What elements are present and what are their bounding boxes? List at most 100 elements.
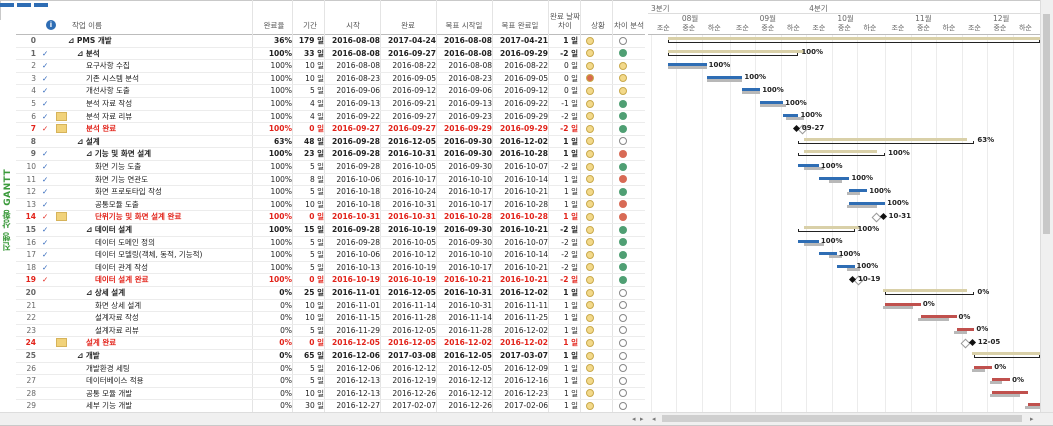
table-row[interactable]: 0 ⊿ PMS 개발 36% 179 일 2016-08-08 2017-04-24 201… — [16, 35, 645, 48]
table-row[interactable]: 12 ✓ 화면 프로토타입 작성 100% 5 일 2016-10-18 2016-10-2… — [16, 186, 645, 199]
summary-bar[interactable] — [798, 153, 886, 157]
col-header-baseline-start[interactable]: 목표 시작일 — [436, 4, 492, 34]
percent-complete: 100% — [268, 48, 292, 58]
table-row[interactable]: 22 설계자료 작성 0% 10 일 2016-11-15 2016-11-28 2016-… — [16, 312, 645, 325]
vertical-scrollbar[interactable] — [1040, 0, 1053, 412]
gantt-scroll-left-icon[interactable]: ◂ — [652, 413, 656, 425]
table-row[interactable]: 28 공통 모듈 개발 0% 10 일 2016-12-13 2016-12-26 2016… — [16, 388, 645, 401]
table-row[interactable]: 14 ✓ 단위기능 및 화면 설계 완료 100% 0 일 2016-10-31 2016-… — [16, 211, 645, 224]
task-bar[interactable] — [1027, 403, 1040, 407]
summary-bar[interactable] — [668, 52, 799, 56]
table-row[interactable]: 3 ✓ 기존 시스템 분석 100% 10 일 2016-08-23 2016-09-05 2… — [16, 73, 645, 86]
table-row[interactable]: 7 ✓ 분석 완료 100% 0 일 2016-09-27 2016-09-27 2016-0… — [16, 123, 645, 136]
summary-bar[interactable] — [798, 229, 855, 232]
task-finish: 2017-02-07 — [392, 401, 436, 411]
table-row[interactable]: 8 ⊿ 설계 63% 48 일 2016-09-28 2016-12-05 2016-09-… — [16, 136, 645, 149]
task-bar[interactable] — [974, 365, 993, 369]
task-bar[interactable] — [885, 302, 921, 306]
scroll-right-icon[interactable]: ▸ — [640, 413, 644, 425]
col-header-start[interactable]: 시작 — [326, 4, 380, 34]
task-bar[interactable] — [818, 252, 837, 256]
table-row[interactable]: 15 ✓ ⊿ 데이터 설계 100% 15 일 2016-09-28 2016-10-19 2… — [16, 224, 645, 237]
table-row[interactable]: 25 ⊿ 개발 0% 65 일 2016-12-06 2017-03-08 2016-12-… — [16, 350, 645, 363]
note-icon[interactable] — [56, 212, 67, 222]
summary-bar[interactable] — [798, 140, 975, 144]
table-row[interactable]: 20 ⊿ 상세 설계 0% 25 일 2016-11-01 2016-12-05 2016-… — [16, 287, 645, 300]
table-row[interactable]: 29 세부 기능 개발 0% 30 일 2016-12-27 2017-02-07 2016… — [16, 400, 645, 412]
info-column-header[interactable]: i — [42, 4, 60, 34]
task-bar[interactable] — [706, 75, 743, 79]
task-start: 2016-08-08 — [332, 48, 380, 58]
task-bar[interactable] — [849, 201, 886, 205]
task-bar[interactable] — [668, 63, 707, 67]
note-icon[interactable] — [56, 124, 67, 134]
task-bar[interactable] — [783, 113, 799, 117]
gantt-chart[interactable]: 3분기 4분기 08월 09월 10월 11월 12월 조순 중순 하순 조순 중순 하순 조순 중순 하순 조… — [648, 0, 1040, 412]
task-bar[interactable] — [992, 378, 1011, 382]
baseline-start: 2016-10-17 — [448, 187, 492, 197]
table-row[interactable]: 10 ✓ 화면 기능 도출 100% 5 일 2016-09-28 2016-10-05 20… — [16, 161, 645, 174]
percent-complete: 0% — [280, 300, 292, 310]
table-row[interactable]: 21 화면 상세 설계 0% 10 일 2016-11-01 2016-11-14 2016… — [16, 300, 645, 313]
col-header-diff[interactable]: 차이 분석 — [614, 4, 644, 34]
task-finish: 2016-10-12 — [392, 250, 436, 260]
view-side-tab[interactable]: 진행 상황 GANTT — [0, 20, 16, 414]
table-row[interactable]: 2 ✓ 요구사항 수집 100% 10 일 2016-08-08 2016-08-22 201… — [16, 60, 645, 73]
scroll-left-icon[interactable]: ◂ — [632, 413, 636, 425]
table-row[interactable]: 4 ✓ 개선사항 도출 100% 5 일 2016-09-06 2016-09-12 2016… — [16, 85, 645, 98]
row-number: 14 — [25, 212, 36, 222]
table-row[interactable]: 18 ✓ 데이터 관계 작성 100% 5 일 2016-10-13 2016-10-19 2… — [16, 262, 645, 275]
task-bar[interactable] — [760, 101, 784, 104]
summary-bar[interactable] — [974, 355, 1040, 358]
col-header-finish[interactable]: 완료 — [380, 4, 436, 34]
gantt-bar-label: 0% — [922, 300, 935, 309]
row-number: 3 — [31, 73, 36, 83]
table-row[interactable]: 24 설계 완료 0% 0 일 2016-12-05 2016-12-05 2016-12-… — [16, 337, 645, 350]
table-row[interactable]: 13 ✓ 공통모듈 도출 100% 10 일 2016-10-18 2016-10-31 20… — [16, 199, 645, 212]
task-bar[interactable] — [836, 264, 855, 268]
task-bar[interactable] — [798, 164, 819, 167]
task-bar[interactable] — [818, 176, 850, 180]
percent-complete: 0% — [279, 338, 292, 348]
task-bar[interactable] — [742, 88, 761, 92]
finish-variance: 1 일 — [563, 388, 578, 398]
table-row[interactable]: 6 ✓ 분석 자료 리뷰 100% 4 일 2016-09-22 2016-09-27 201… — [16, 111, 645, 124]
col-header-duration[interactable]: 기간 — [294, 4, 326, 34]
horizontal-scroll-thumb[interactable] — [662, 415, 1022, 422]
gantt-bar-label: 0% — [958, 312, 971, 321]
task-bar[interactable] — [849, 189, 868, 193]
table-row[interactable]: 16 ✓ 데이터 도메인 정의 100% 5 일 2016-09-28 2016-10-05… — [16, 237, 645, 250]
percent-complete: 100% — [270, 61, 292, 71]
milestone-marker[interactable] — [968, 339, 976, 347]
baseline-bar — [742, 91, 761, 95]
col-header-name[interactable]: 작업 이름 — [68, 4, 252, 34]
variance-indicator-icon — [617, 175, 631, 185]
task-bar[interactable] — [992, 390, 1028, 394]
gantt-bar-label: 100% — [857, 224, 880, 233]
col-header-baseline-finish[interactable]: 목표 완료일 — [492, 4, 548, 34]
table-row[interactable]: 27 데이터베이스 적용 0% 5 일 2016-12-13 2016-12-19 2016… — [16, 375, 645, 388]
table-row[interactable]: 26 개발환경 세팅 0% 5 일 2016-12-06 2016-12-12 2016-1… — [16, 363, 645, 376]
table-row[interactable]: 19 ✓ 데이터 설계 완료 100% 0 일 2016-10-19 2016-10-19 2… — [16, 274, 645, 287]
summary-bar[interactable] — [668, 40, 1040, 43]
table-row[interactable]: 17 ✓ 데이터 모델링(객체, 동적, 기능적) 100% 5 일 2016-10-06… — [16, 249, 645, 262]
gantt-scroll-right-icon[interactable]: ▸ — [1030, 413, 1034, 425]
table-row[interactable]: 23 설계자료 리뷰 0% 5 일 2016-11-29 2016-12-05 2016-1… — [16, 325, 645, 338]
task-bar[interactable] — [956, 327, 975, 331]
summary-bar[interactable] — [885, 292, 975, 295]
col-header-variance[interactable]: 완료 날짜 차이 — [550, 4, 580, 34]
table-row[interactable]: 9 ✓ ⊿ 기능 및 화면 설계 100% 23 일 2016-09-28 2016-10-… — [16, 148, 645, 161]
horizontal-scrollbar[interactable]: ◂ ▸ ◂ ▸ — [0, 412, 1053, 425]
gantt-bar-label: 100% — [800, 111, 823, 120]
note-icon[interactable] — [56, 111, 67, 121]
note-icon[interactable] — [56, 338, 67, 348]
vertical-scroll-thumb[interactable] — [1043, 14, 1050, 234]
table-row[interactable]: 11 ✓ 화면 기능 연관도 100% 8 일 2016-10-06 2016-10-17 2… — [16, 174, 645, 187]
timescale-month: 12월 — [992, 14, 1010, 23]
table-row[interactable]: 1 ✓ ⊿ 분석 100% 33 일 2016-08-08 2016-09-27 2016-0… — [16, 48, 645, 61]
table-row[interactable]: 5 ✓ 분석 자료 작성 100% 4 일 2016-09-13 2016-09-21 201… — [16, 98, 645, 111]
col-header-percent[interactable]: 완료율 — [254, 4, 294, 34]
task-bar[interactable] — [798, 239, 819, 243]
task-bar[interactable] — [920, 315, 957, 319]
col-header-status[interactable]: 상황 — [582, 4, 614, 34]
